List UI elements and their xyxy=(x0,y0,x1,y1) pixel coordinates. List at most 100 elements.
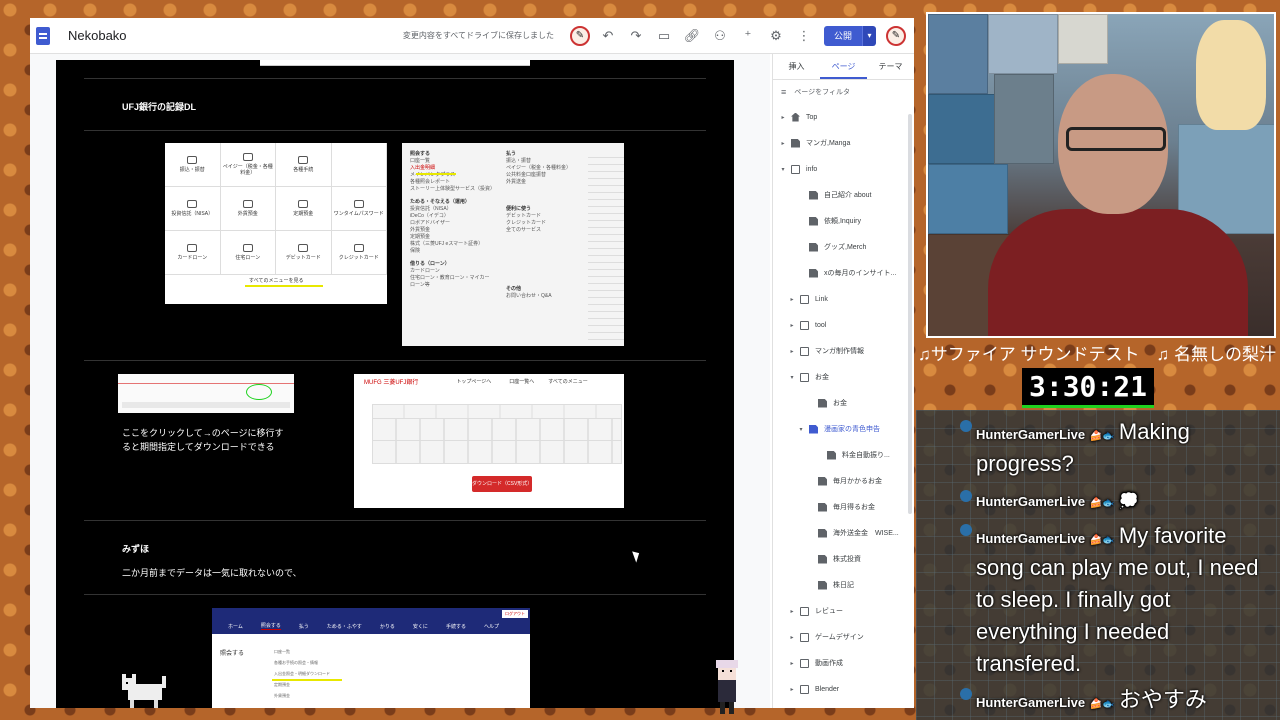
expand-icon[interactable]: ▸ xyxy=(788,322,796,329)
page-list-item[interactable]: ▸ Blender xyxy=(773,676,914,702)
page-canvas[interactable]: UFJ銀行の記録DL 振込・振替 ペイジー（税金・各種料金） 各種手続 投資信託… xyxy=(56,60,734,708)
page-list-item[interactable]: ▾ info xyxy=(773,156,914,182)
expand-icon[interactable]: ▸ xyxy=(779,140,787,147)
menu-cell: 各種手続 xyxy=(276,143,332,187)
page-list-item[interactable]: ▸ 動画作成 xyxy=(773,650,914,676)
settings-icon[interactable]: ⚙ xyxy=(765,25,787,47)
page-list-item[interactable]: 株日記 xyxy=(773,572,914,598)
mufg-download-screenshot[interactable]: MUFG 三菱UFJ銀行 トップページへ 口座一覧へ すべてのメニュー ダウンロ… xyxy=(354,374,624,508)
redo-icon[interactable]: ↷ xyxy=(625,25,647,47)
mufg-nav-item: 口座一覧へ xyxy=(509,378,535,385)
panel-tabs: 挿入 ページ テーマ xyxy=(773,54,914,80)
expand-icon[interactable]: ▸ xyxy=(788,660,796,667)
menu-cell: 外貨預金 xyxy=(220,187,276,231)
expand-icon[interactable]: ▸ xyxy=(788,296,796,303)
mizuho-side-heading: 照会する xyxy=(220,651,245,657)
add-person-icon[interactable]: ⁺ xyxy=(737,25,759,47)
publish-dropdown-icon[interactable]: ▾ xyxy=(862,25,876,46)
folder-page-icon xyxy=(800,684,809,694)
collapse-icon[interactable]: ▾ xyxy=(797,426,805,433)
panel-scrollbar[interactable] xyxy=(908,114,912,514)
section-heading-mizuho[interactable]: みずほ xyxy=(122,542,149,555)
doc-page-icon xyxy=(809,242,818,252)
ufj-detail-screenshot[interactable] xyxy=(118,374,294,413)
filter-placeholder: ページをフィルタ xyxy=(794,89,850,96)
page-label: Top xyxy=(806,113,818,121)
collaborator-avatar[interactable]: ✎ xyxy=(569,25,590,46)
wall-poster xyxy=(928,164,1008,234)
expand-icon[interactable]: ▸ xyxy=(788,348,796,355)
ufj-list-screenshot[interactable]: 照会する 口座一覧 入出金明細 メインバンクプラス 各種照会レポート ストーリー… xyxy=(402,143,624,346)
now-playing-title: ♫サファイア サウンドテスト ♫ 名無しの梨汁 xyxy=(918,345,1276,364)
link-icon[interactable]: 🔗︎ xyxy=(681,25,703,47)
page-filter-input[interactable]: ≡ ページをフィルタ xyxy=(773,80,914,104)
collapse-icon[interactable]: ▾ xyxy=(788,374,796,381)
page-list-item[interactable]: 自己紹介 about xyxy=(773,182,914,208)
page-list-item[interactable]: ▸ レビュー xyxy=(773,598,914,624)
mizuho-screenshot[interactable]: ホーム 照会する 払う ためる・ふやす かりる 安くに 手続する ヘルプ ログア… xyxy=(212,608,530,708)
page-list-item[interactable]: ▸ ゲームデザイン xyxy=(773,624,914,650)
tab-themes[interactable]: テーマ xyxy=(867,54,914,79)
expand-icon[interactable]: ▸ xyxy=(788,686,796,693)
menu-cell xyxy=(331,143,387,187)
share-icon[interactable]: ⚇ xyxy=(709,25,731,47)
page-list-item[interactable]: ▸ tool xyxy=(773,312,914,338)
chat-text: おやすみ xyxy=(1118,687,1207,712)
mizuho-note[interactable]: 二か月前までデータは一気に取れないので、 xyxy=(122,566,302,579)
form-panel xyxy=(372,404,622,464)
expand-icon[interactable]: ▸ xyxy=(788,634,796,641)
page-list-item[interactable]: 株式投資 xyxy=(773,546,914,572)
page-list: ▸ Top ▸ マンガ,Manga ▾ info 自己紹介 about 依頼,Inquiry グ… xyxy=(773,104,914,702)
page-label: 漫画家の青色申告 xyxy=(824,426,880,433)
section-heading-ufj[interactable]: UFJ銀行の記録DL xyxy=(122,100,196,113)
preview-icon[interactable]: ▭ xyxy=(653,25,675,47)
folder-page-icon xyxy=(800,632,809,642)
page-label: お金 xyxy=(833,400,847,407)
sites-logo-icon[interactable] xyxy=(36,26,50,45)
menu-cell: 定期預金 xyxy=(276,187,332,231)
page-list-item[interactable]: xの毎月のインサイト... xyxy=(773,260,914,286)
wall-poster xyxy=(928,94,998,164)
menu-grid: 振込・振替 ペイジー（税金・各種料金） 各種手続 投資信託（NISA） 外貨預金… xyxy=(165,143,387,275)
page-list-item[interactable]: 料金自動振り... xyxy=(773,442,914,468)
page-list-item[interactable]: 毎月得るお金 xyxy=(773,494,914,520)
all-menu-link: すべてのメニューを見る xyxy=(249,278,304,284)
person-glasses xyxy=(1066,127,1166,151)
chat-username: HunterGamerLive xyxy=(976,695,1086,710)
page-list-item[interactable]: グッズ,Merch xyxy=(773,234,914,260)
section-divider xyxy=(84,130,706,131)
collapse-icon[interactable]: ▾ xyxy=(779,166,787,173)
page-label: レビュー xyxy=(815,608,843,615)
tab-pages[interactable]: ページ xyxy=(820,54,867,79)
stream-timer: 3:30:21 xyxy=(1022,368,1154,408)
page-list-item[interactable]: ▸ マンガ,Manga xyxy=(773,130,914,156)
mufg-nav-item: すべてのメニュー xyxy=(548,378,588,385)
page-list-item[interactable]: 海外送金金 WISE... xyxy=(773,520,914,546)
account-avatar[interactable]: ✎ xyxy=(886,25,906,46)
page-list-item[interactable]: お金 xyxy=(773,390,914,416)
page-list-item[interactable]: ▸ マンガ制作情報 xyxy=(773,338,914,364)
page-list-item[interactable]: ▾ お金 xyxy=(773,364,914,390)
page-list-item[interactable]: ▾ 漫画家の青色申告 xyxy=(773,416,914,442)
page-list-item[interactable]: 毎月かかるお金 xyxy=(773,468,914,494)
mufg-nav-item: トップページへ xyxy=(456,378,492,385)
page-list-item[interactable]: ▸ Link xyxy=(773,286,914,312)
site-title[interactable]: Nekobako xyxy=(68,28,127,43)
more-icon[interactable]: ⋮ xyxy=(793,25,815,47)
undo-icon[interactable]: ↶ xyxy=(597,25,619,47)
chat-message: HunterGamerLive 🍰🐟 Making progress? xyxy=(960,416,1270,480)
ufj-menu-screenshot[interactable]: 振込・振替 ペイジー（税金・各種料金） 各種手続 投資信託（NISA） 外貨預金… xyxy=(165,143,387,304)
webcam-feed xyxy=(926,12,1276,338)
page-list-item[interactable]: 依頼,Inquiry xyxy=(773,208,914,234)
wall-poster xyxy=(1058,14,1108,64)
page-list-item[interactable]: ▸ Top xyxy=(773,104,914,130)
click-instruction-text[interactable]: ここをクリックして→のページに移行すると期間指定してダウンロードできる xyxy=(122,426,292,454)
pixel-cat-sprite xyxy=(122,674,166,708)
expand-icon[interactable]: ▸ xyxy=(779,114,787,121)
previous-image-bottom[interactable] xyxy=(260,60,530,66)
publish-button[interactable]: 公開 ▾ xyxy=(823,25,876,46)
publish-label[interactable]: 公開 xyxy=(823,25,862,46)
expand-icon[interactable]: ▸ xyxy=(788,608,796,615)
red-rule xyxy=(118,383,294,384)
tab-insert[interactable]: 挿入 xyxy=(773,54,820,79)
